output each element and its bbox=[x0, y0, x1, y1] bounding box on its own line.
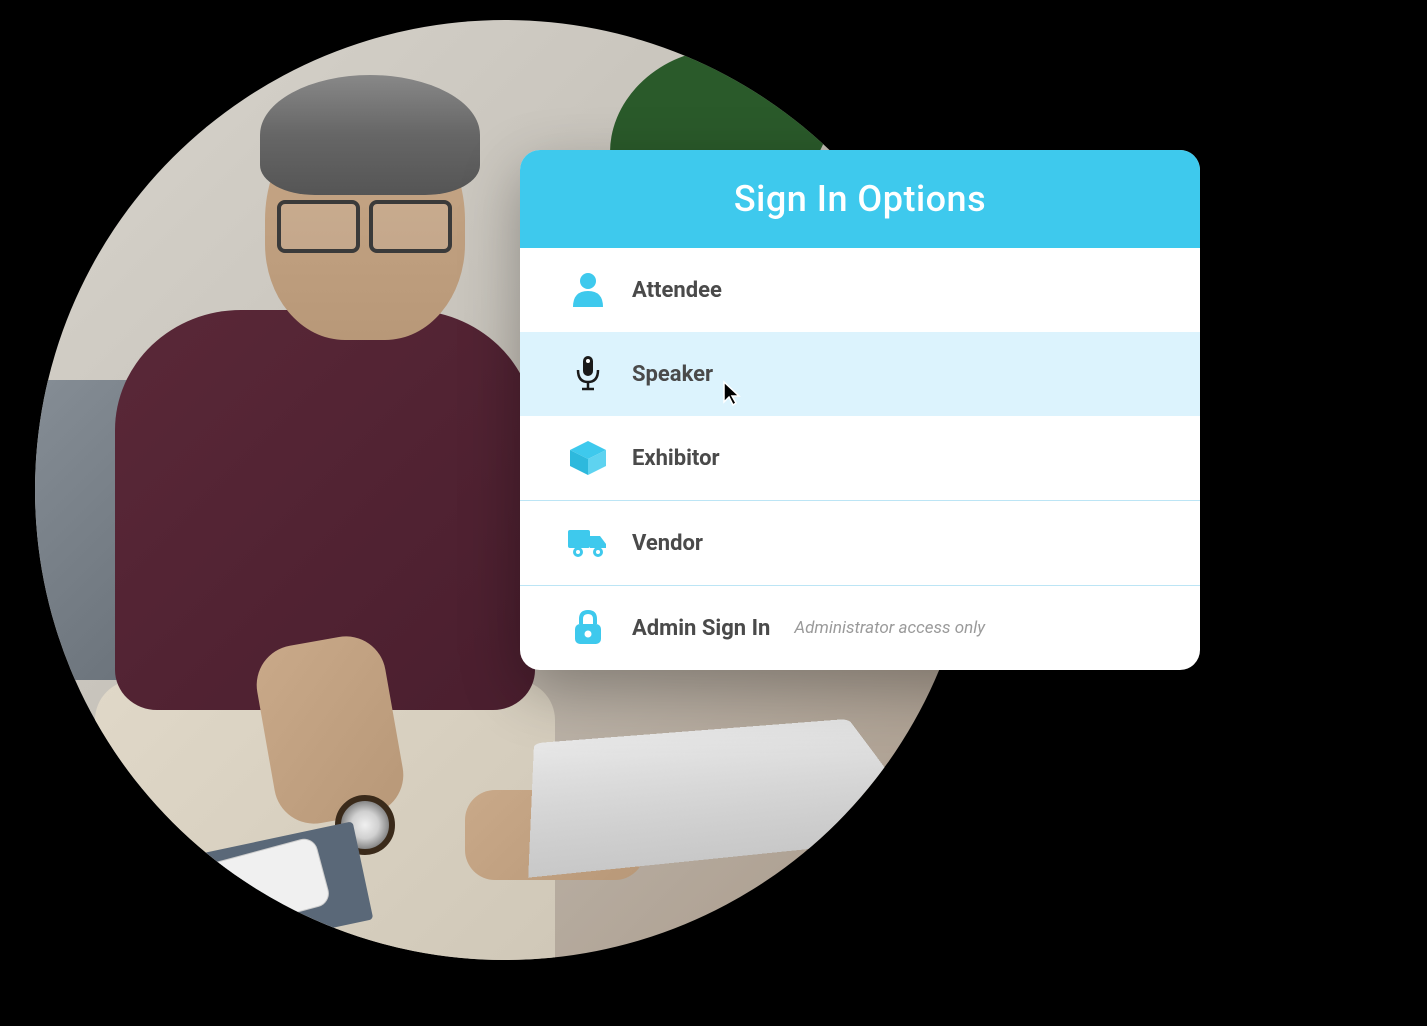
photo-glasses bbox=[277, 200, 452, 250]
option-admin[interactable]: Admin Sign In Administrator access only bbox=[520, 585, 1200, 670]
option-vendor[interactable]: Vendor bbox=[520, 500, 1200, 585]
photo-hair bbox=[260, 75, 480, 195]
truck-icon bbox=[568, 523, 608, 563]
option-attendee[interactable]: Attendee bbox=[520, 248, 1200, 332]
option-label: Exhibitor bbox=[632, 446, 720, 471]
option-label: Admin Sign In bbox=[632, 616, 770, 641]
option-speaker[interactable]: Speaker bbox=[520, 332, 1200, 416]
option-label: Attendee bbox=[632, 278, 722, 303]
card-title: Sign In Options bbox=[520, 150, 1200, 248]
option-label: Speaker bbox=[632, 362, 713, 387]
option-caption: Administrator access only bbox=[794, 618, 985, 638]
box-icon bbox=[568, 438, 608, 478]
cursor-icon bbox=[722, 380, 742, 410]
lock-icon bbox=[568, 608, 608, 648]
option-label: Vendor bbox=[632, 531, 703, 556]
microphone-icon bbox=[568, 354, 608, 394]
option-exhibitor[interactable]: Exhibitor bbox=[520, 416, 1200, 500]
photo-laptop bbox=[528, 719, 936, 878]
person-icon bbox=[568, 270, 608, 310]
signin-card: Sign In Options Attendee Speaker bbox=[520, 150, 1200, 670]
